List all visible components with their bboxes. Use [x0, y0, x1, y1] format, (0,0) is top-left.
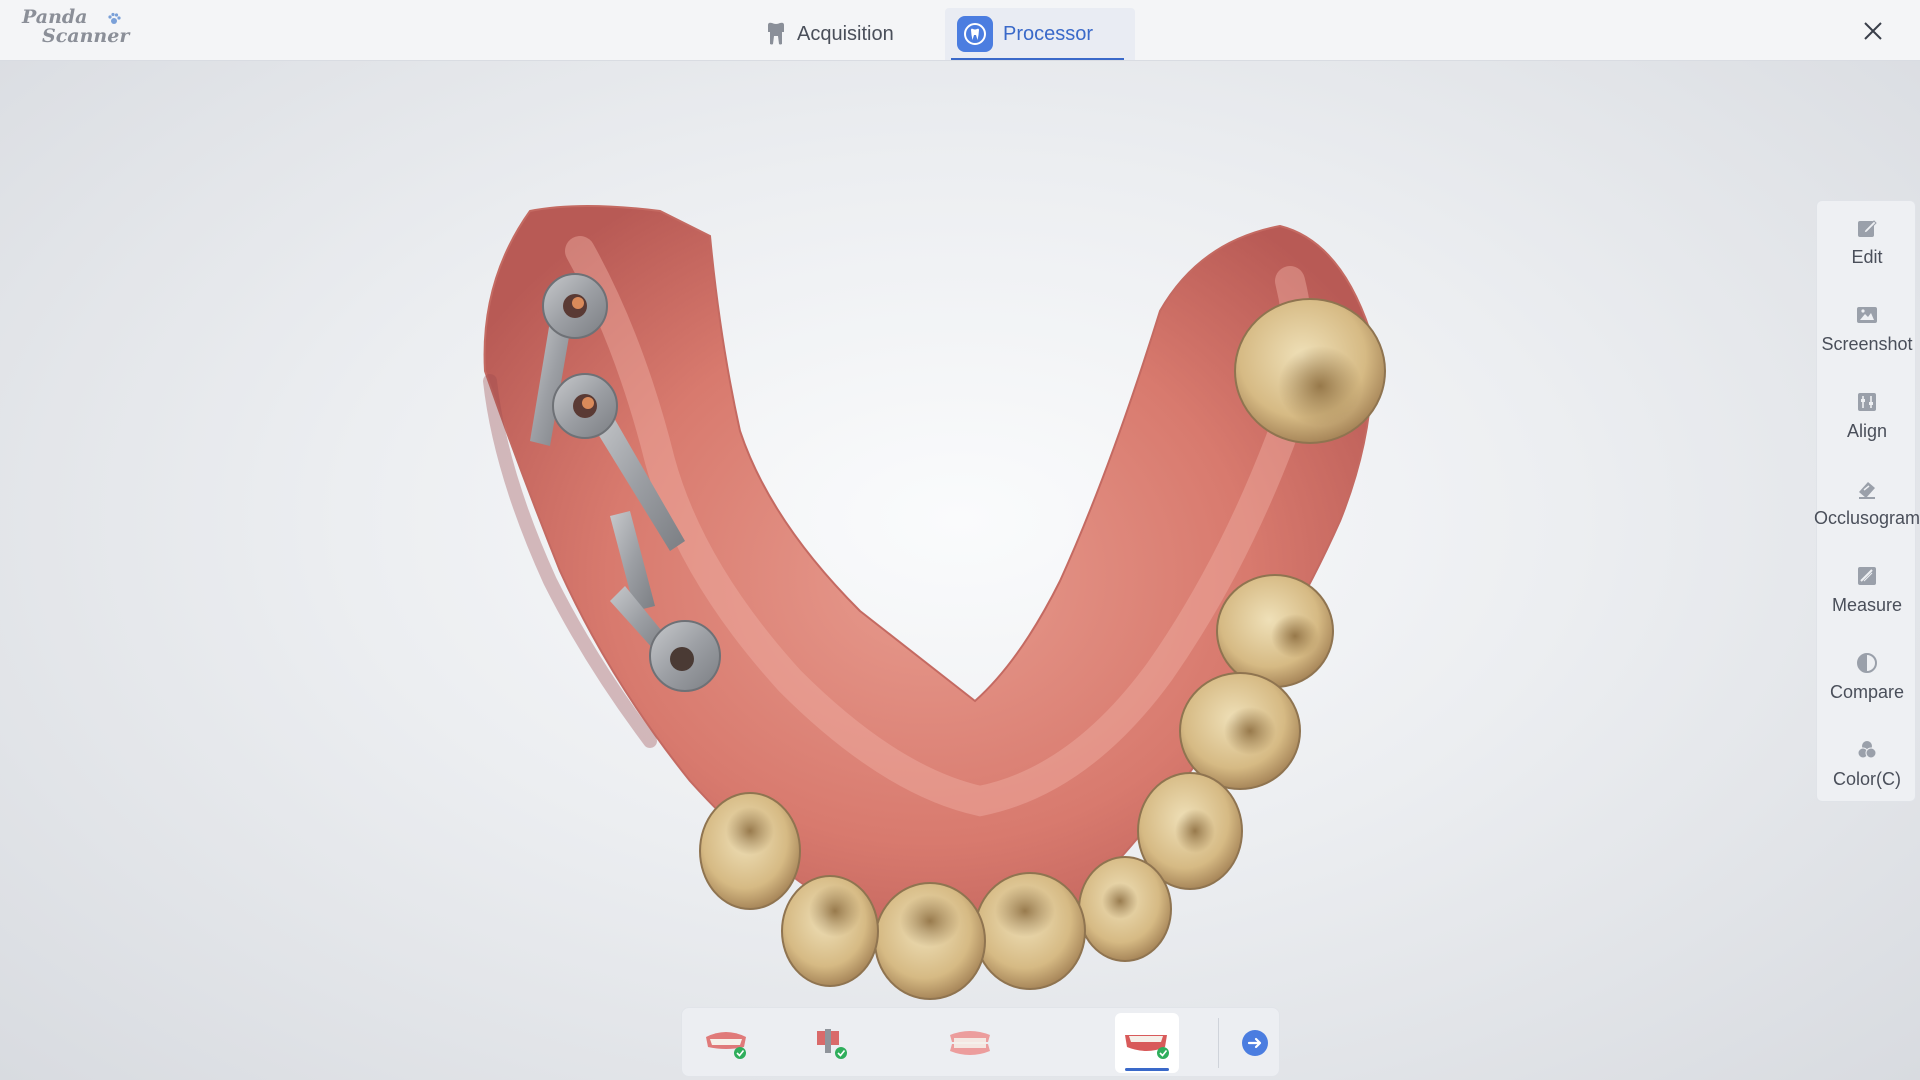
compare-button[interactable]: Compare	[1817, 640, 1917, 720]
right-toolbar: Edit Screenshot Align Occlusogram Measur…	[1813, 200, 1920, 802]
tooth-central-left	[874, 882, 986, 1000]
color-label: Color(C)	[1832, 769, 1901, 789]
tab-acquisition[interactable]: Acquisition	[753, 8, 923, 60]
bite-button[interactable]	[938, 1013, 1002, 1073]
app-logo: Panda Scanner	[22, 8, 132, 52]
close-button[interactable]	[1856, 14, 1890, 48]
upper-jaw-check-icon	[706, 1032, 746, 1059]
align-icon	[1858, 393, 1876, 411]
tooth-app-icon	[957, 16, 993, 52]
tooth-canine-left	[699, 792, 801, 910]
next-button[interactable]	[1233, 1013, 1277, 1073]
paw-icon	[108, 12, 121, 24]
tab-processor[interactable]: Processor	[945, 8, 1135, 60]
edit-label: Edit	[1851, 247, 1883, 267]
measure-icon	[1858, 567, 1876, 585]
align-button[interactable]: Align	[1817, 379, 1917, 459]
logo-text-line2: Scanner	[42, 25, 130, 47]
tooth-premolar-right-2	[1179, 672, 1301, 790]
align-label: Align	[1846, 421, 1888, 441]
title-bar: Panda Scanner Acquisition Processor	[0, 0, 1920, 61]
occlusogram-button[interactable]: Occlusogram	[1813, 466, 1920, 546]
screenshot-button[interactable]: Screenshot	[1817, 292, 1917, 372]
bottom-divider	[1218, 1018, 1219, 1068]
3d-viewport[interactable]	[0, 61, 1920, 1080]
tooth-central-right	[974, 872, 1086, 990]
screenshot-label: Screenshot	[1821, 334, 1913, 354]
scanbody-check-icon	[817, 1029, 847, 1059]
lower-jaw-check-icon	[1125, 1035, 1169, 1059]
edit-icon	[1858, 220, 1877, 237]
tab-acquisition-label: Acquisition	[797, 22, 894, 45]
compare-icon	[1857, 653, 1877, 673]
measure-button[interactable]: Measure	[1817, 553, 1917, 633]
tooth-premolar-right-1	[1216, 574, 1334, 688]
close-icon	[1864, 22, 1882, 40]
edit-button[interactable]: Edit	[1817, 205, 1917, 285]
measure-label: Measure	[1831, 595, 1903, 615]
next-arrow-icon	[1242, 1030, 1268, 1056]
compare-label: Compare	[1829, 682, 1905, 702]
tooth-lateral-left	[781, 875, 879, 987]
occlusogram-label: Occlusogram	[1813, 508, 1920, 528]
scanbody-button[interactable]	[801, 1013, 865, 1073]
dental-arch-model[interactable]	[460, 141, 1440, 1041]
screenshot-icon	[1857, 307, 1877, 323]
tooth-icon	[768, 22, 784, 45]
lower-jaw-button[interactable]	[1115, 1013, 1179, 1073]
color-icon	[1857, 741, 1877, 759]
bite-icon	[950, 1031, 990, 1055]
color-button[interactable]: Color(C)	[1817, 727, 1917, 807]
upper-jaw-button[interactable]	[694, 1013, 758, 1073]
bottom-toolbar	[681, 1007, 1280, 1077]
tab-processor-label: Processor	[1003, 22, 1094, 45]
tooth-lateral-right	[1078, 856, 1172, 962]
tooth-molar-right	[1234, 298, 1386, 444]
occlusogram-icon	[1859, 482, 1875, 499]
